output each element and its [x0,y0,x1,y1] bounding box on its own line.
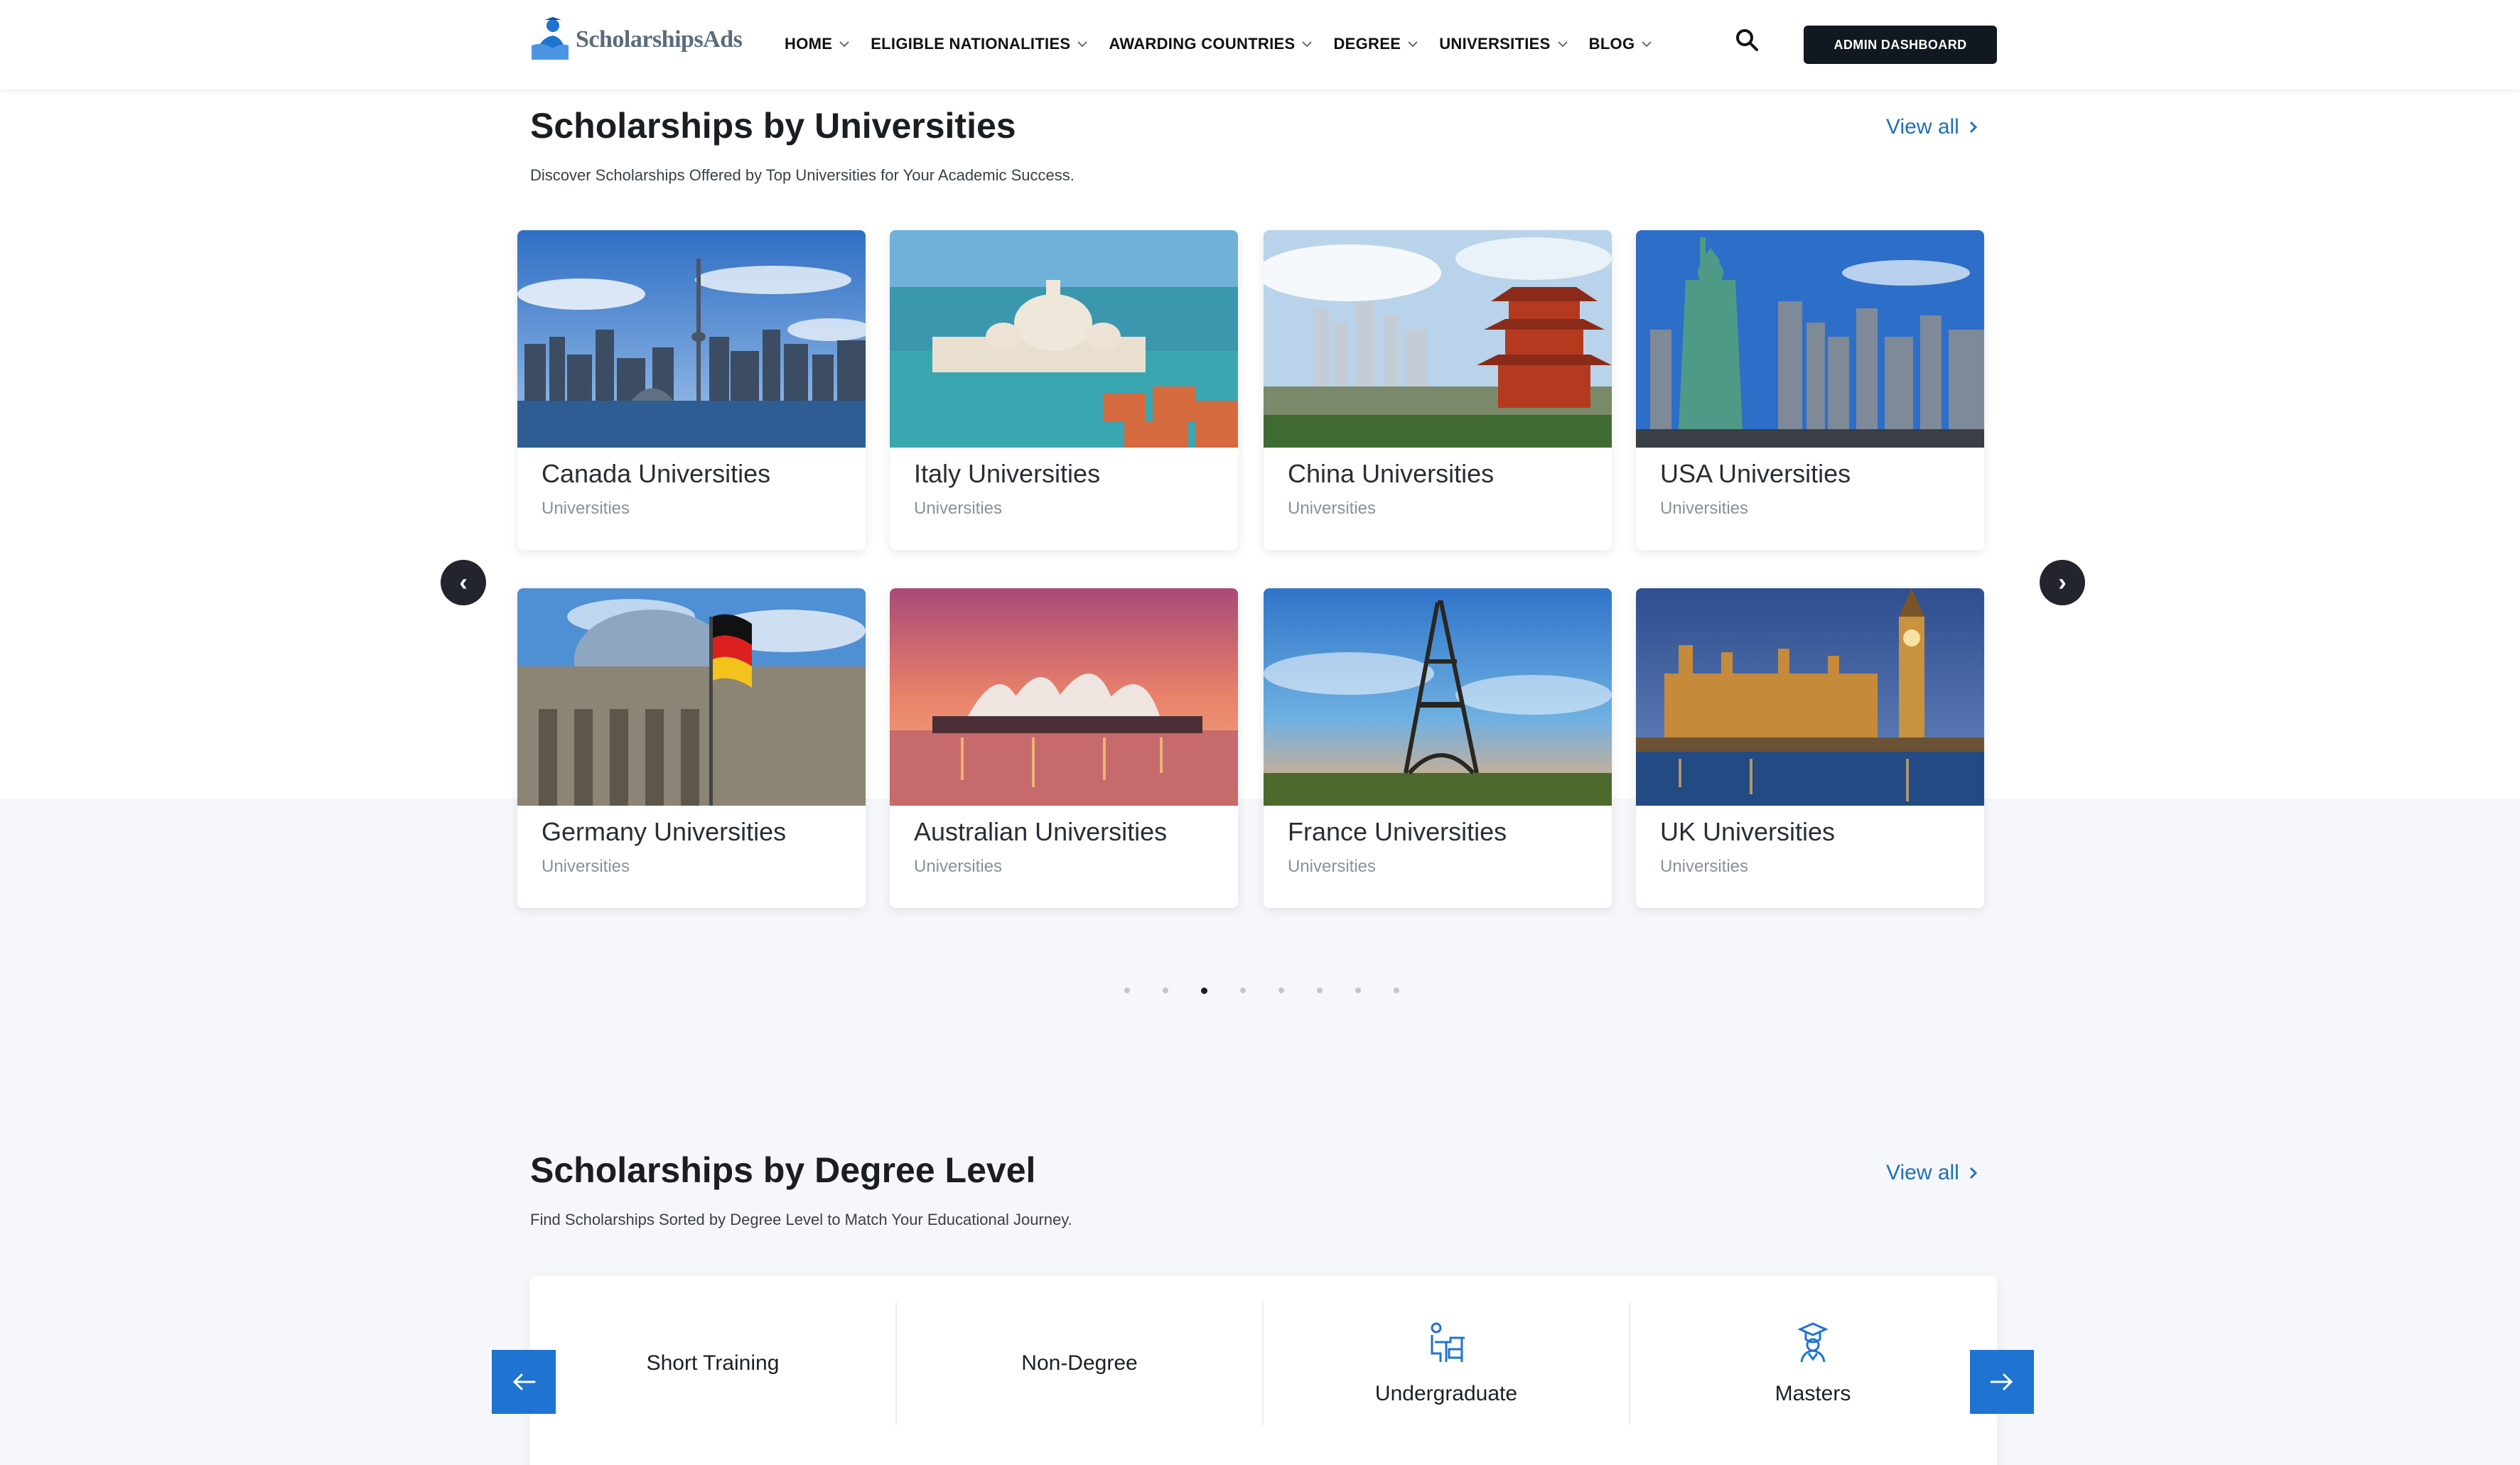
sydney-opera-house-image [890,588,1238,806]
degree-item-undergraduate[interactable]: Undergraduate [1264,1302,1629,1425]
card-title: China Universities [1288,459,1495,488]
search-icon[interactable] [1734,27,1760,53]
degree-label: Short Training [646,1351,780,1375]
nav-item-degree[interactable]: DEGREE [1333,35,1419,53]
eiffel-tower-image [1264,588,1612,806]
universities-section-subtitle: Discover Scholarships Offered by Top Uni… [530,166,1075,184]
university-card-germany[interactable]: Germany Universities Universities [517,588,866,908]
carousel-prev-button[interactable]: ‹ [441,560,486,605]
nav-item-label: AWARDING COUNTRIES [1109,35,1296,53]
view-all-label: View all [1886,115,1959,139]
card-title: Germany Universities [542,817,787,846]
statue-of-liberty-image [1636,230,1984,448]
card-tag: Universities [914,499,1003,518]
degree-section-title: Scholarships by Degree Level [530,1150,1036,1190]
student-desk-icon [1431,1322,1465,1362]
card-title: Canada Universities [542,459,771,488]
university-card-italy[interactable]: Italy Universities Universities [890,230,1238,550]
pagination-dot[interactable] [1163,988,1168,993]
nav-item-label: HOME [785,35,833,53]
site-header: ScholarshipsAds HOME ELIGIBLE NATIONALIT… [0,0,2520,90]
carousel-pagination [1124,988,1399,994]
chevron-down-icon [1077,41,1087,48]
nav-item-label: UNIVERSITIES [1439,35,1551,53]
nav-item-home[interactable]: HOME [785,35,851,53]
chevron-down-icon [1642,41,1652,48]
university-card-uk[interactable]: UK Universities Universities [1636,588,1984,908]
westminster-big-ben-image [1636,588,1984,806]
pagination-dot[interactable] [1278,988,1284,993]
pagination-dot[interactable] [1240,988,1246,993]
logo-text: ScholarshipsAds [576,26,743,53]
degree-next-button[interactable] [1970,1350,2034,1414]
nav-item-universities[interactable]: UNIVERSITIES [1439,35,1568,53]
chevron-down-icon [839,41,849,48]
card-title: Australian Universities [914,817,1168,846]
arrow-right-icon [1990,1373,2013,1390]
carousel-next-button[interactable]: › [2040,560,2085,605]
degree-view-all-link[interactable]: View all [1886,1161,1981,1185]
chevron-down-icon [1408,41,1418,48]
nav-item-label: BLOG [1588,35,1635,53]
nav-item-label: DEGREE [1333,35,1401,53]
pagination-dot-active[interactable] [1201,988,1207,994]
university-card-usa[interactable]: USA Universities Universities [1636,230,1984,550]
university-card-australia[interactable]: Australian Universities Universities [890,588,1238,908]
card-tag: Universities [914,857,1003,876]
card-title: UK Universities [1660,817,1836,846]
degree-label: Masters [1775,1382,1851,1405]
university-card-france[interactable]: France Universities Universities [1264,588,1612,908]
chevron-right-icon [1969,121,1977,134]
card-tag: Universities [1288,499,1377,518]
card-title: USA Universities [1660,459,1851,488]
venice-basilica-image [890,230,1238,448]
pagination-dot[interactable] [1355,988,1361,993]
degree-label: Undergraduate [1374,1382,1518,1405]
graduate-icon [1797,1322,1829,1363]
card-tag: Universities [542,857,630,876]
pagination-dot[interactable] [1317,988,1323,993]
degree-section-subtitle: Find Scholarships Sorted by Degree Level… [530,1211,1072,1228]
card-tag: Universities [1660,857,1749,876]
universities-carousel: Canada Universities Universities Italy U… [517,230,2010,912]
site-logo[interactable]: ScholarshipsAds [529,17,743,63]
degree-label: Non-Degree [1021,1351,1138,1375]
degree-item-short-training[interactable]: Short Training [530,1302,895,1425]
admin-dashboard-button[interactable]: ADMIN DASHBOARD [1804,26,1997,64]
view-all-label: View all [1886,1161,1959,1184]
pagination-dot[interactable] [1124,988,1130,993]
card-tag: Universities [1288,857,1377,876]
chinese-pagoda-skyline-image [1264,230,1612,448]
card-title: France Universities [1288,817,1507,846]
university-card-china[interactable]: China Universities Universities [1264,230,1612,550]
chevron-down-icon [1558,41,1568,48]
nav-item-awarding-countries[interactable]: AWARDING COUNTRIES [1109,35,1313,53]
nav-item-eligible-nationalities[interactable]: ELIGIBLE NATIONALITIES [871,35,1089,53]
degree-carousel: Short Training Non-Degree Undergraduate … [530,1276,1997,1465]
degree-item-non-degree[interactable]: Non-Degree [897,1302,1262,1425]
card-tag: Universities [1660,499,1749,518]
degree-item-masters[interactable]: Masters [1630,1302,1996,1425]
chevron-down-icon [1302,41,1313,48]
universities-section-title: Scholarships by Universities [530,106,1016,146]
main-nav: HOME ELIGIBLE NATIONALITIES AWARDING COU… [785,30,1653,58]
chevron-right-icon [1969,1167,1977,1179]
arrow-left-icon [512,1373,536,1390]
pagination-dot[interactable] [1394,988,1399,993]
reichstag-flag-image [517,588,866,806]
logo-mark-icon [532,17,569,60]
nav-item-blog[interactable]: BLOG [1589,35,1654,53]
nav-item-label: ELIGIBLE NATIONALITIES [871,35,1071,53]
toronto-skyline-image [517,230,866,448]
university-card-canada[interactable]: Canada Universities Universities [517,230,866,550]
card-tag: Universities [542,499,630,518]
universities-view-all-link[interactable]: View all [1886,115,1981,139]
degree-prev-button[interactable] [492,1350,556,1414]
card-title: Italy Universities [914,459,1101,488]
